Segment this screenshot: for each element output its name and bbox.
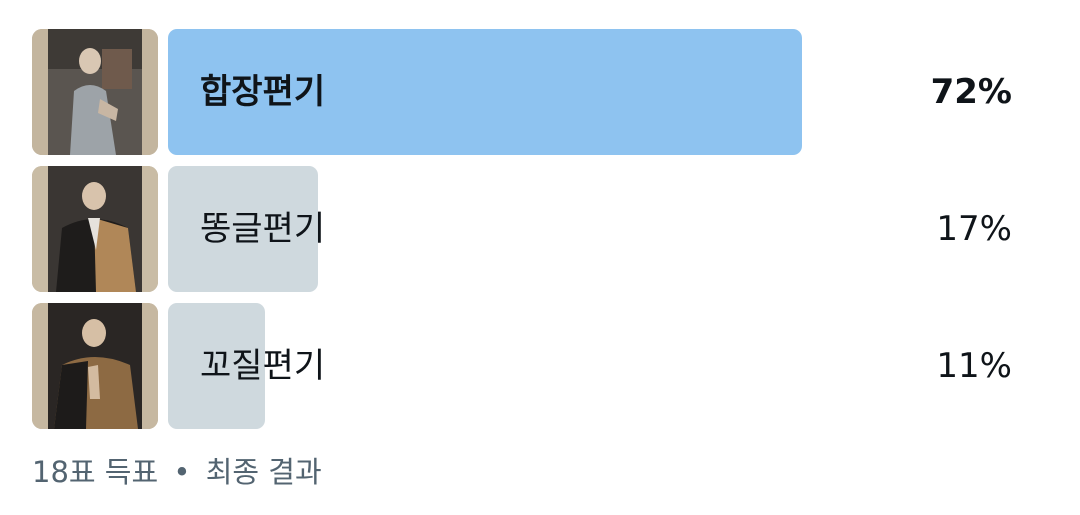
poll-option-2: 똥글편기 17% (32, 166, 1032, 292)
poll-status: 최종 결과 (205, 455, 322, 489)
poll-option-percent: 11% (936, 346, 1012, 386)
photo-thumbnail-3[interactable] (32, 303, 158, 429)
separator-dot: • (173, 455, 191, 489)
poll-option-label: 합장편기 (200, 72, 326, 112)
photo-thumbnail-1[interactable] (32, 29, 158, 155)
poll-option-percent: 72% (930, 72, 1012, 112)
photo-thumbnail-2[interactable] (32, 166, 158, 292)
poll-option-label: 똥글편기 (200, 209, 326, 249)
poll-option-label: 꼬질편기 (200, 346, 326, 386)
vote-count: 18표 득표 (32, 455, 159, 489)
poll-footer: 18표 득표 • 최종 결과 (32, 450, 322, 494)
poll-option-3: 꼬질편기 11% (32, 303, 1032, 429)
poll-option-percent: 17% (936, 209, 1012, 249)
poll-option-1: 합장편기 72% (32, 29, 1032, 155)
poll-results: 합장편기 72% 똥글편기 17% 꼬질편기 11% 18표 득표 • 최종 결… (0, 0, 1080, 515)
